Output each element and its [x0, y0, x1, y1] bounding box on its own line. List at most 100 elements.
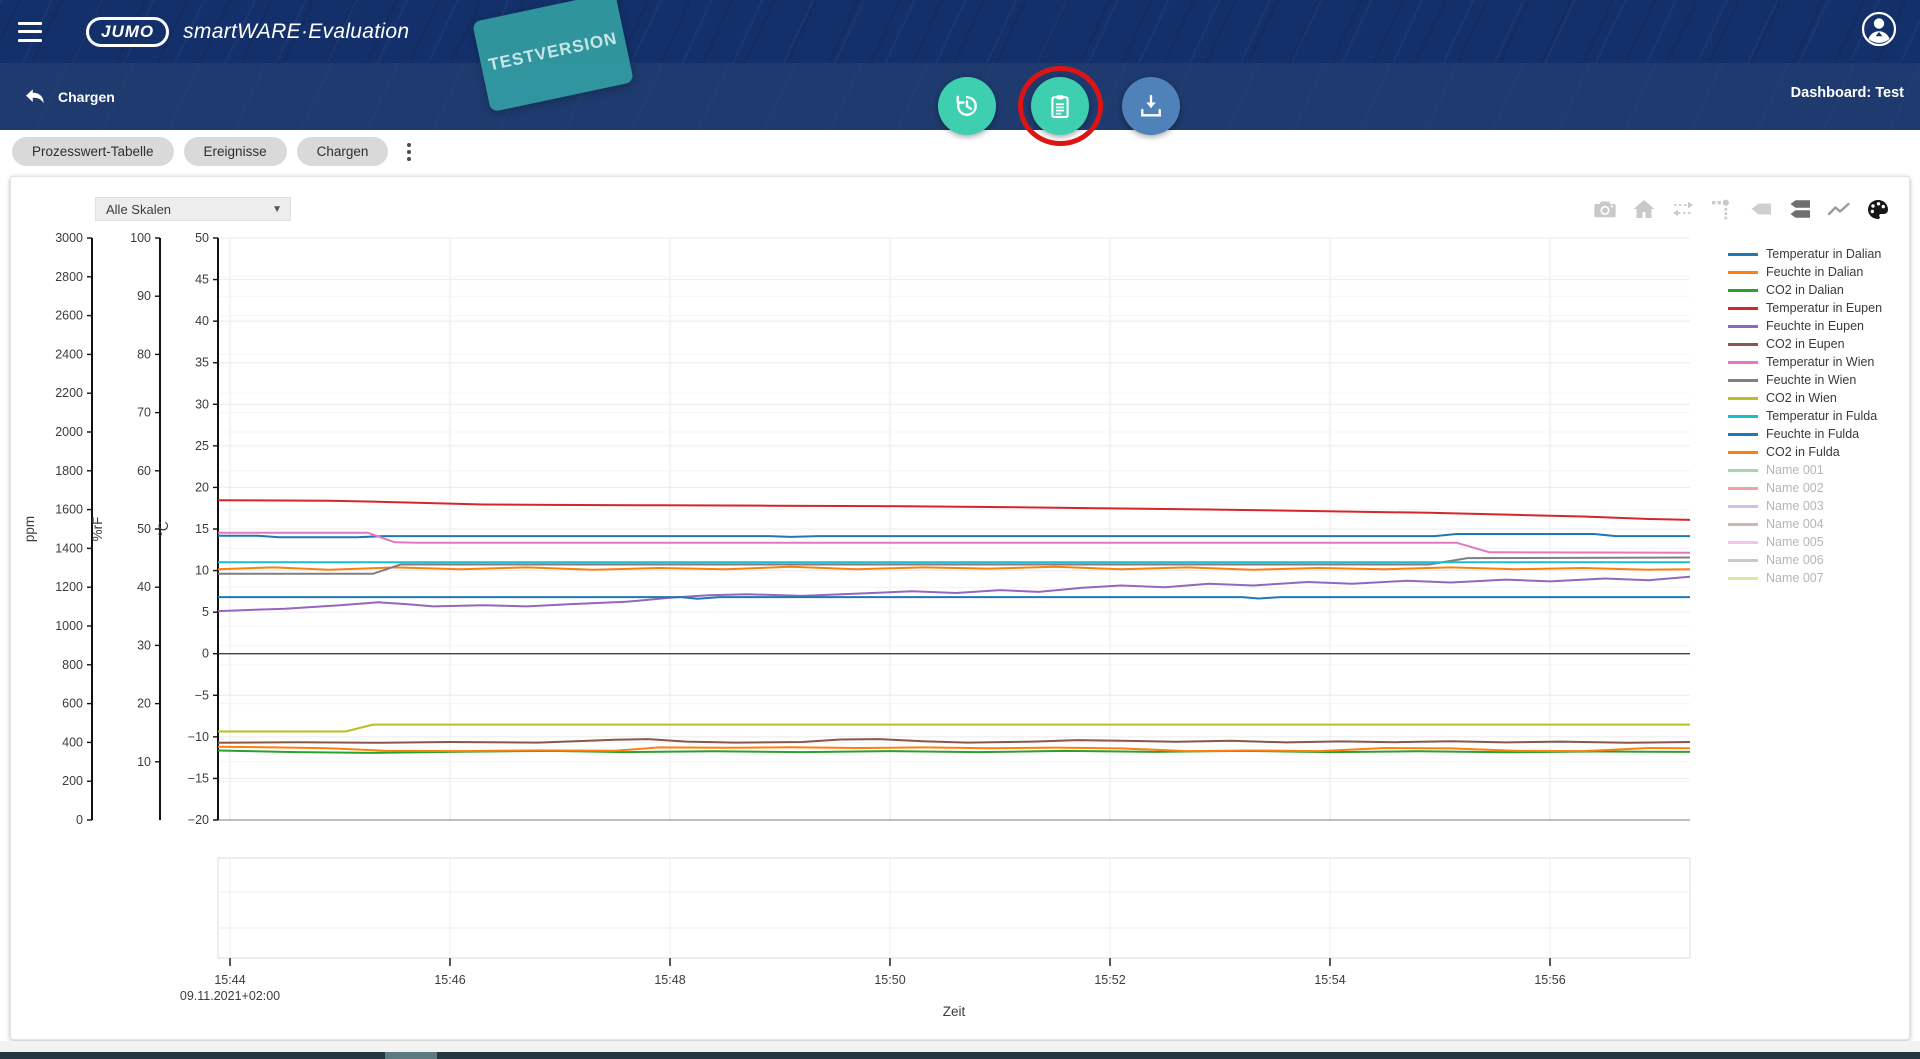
y-tick-label: 60: [137, 464, 151, 478]
legend-item[interactable]: CO2 in Wien: [1728, 389, 1882, 407]
y-tick-label: 1800: [55, 464, 83, 478]
legend-label: Feuchte in Wien: [1766, 373, 1856, 387]
legend-swatch: [1728, 433, 1758, 436]
legend-item[interactable]: Temperatur in Dalian: [1728, 245, 1882, 263]
y-tick-label: 15: [195, 522, 209, 536]
y-tick-label: 70: [137, 406, 151, 420]
legend-item[interactable]: Name 006: [1728, 551, 1882, 569]
y-tick-label: −20: [188, 813, 209, 827]
tab-ereignisse[interactable]: Ereignisse: [184, 137, 287, 166]
x-axis-title: Zeit: [943, 1004, 966, 1019]
y-tick-label: 45: [195, 273, 209, 287]
legend-label: Feuchte in Dalian: [1766, 265, 1863, 279]
jumo-logo: JUMO: [86, 17, 169, 47]
y-tick-label: 20: [195, 480, 209, 494]
legend-label: CO2 in Dalian: [1766, 283, 1844, 297]
legend-item[interactable]: CO2 in Fulda: [1728, 443, 1882, 461]
back-link-chargen[interactable]: Chargen: [24, 88, 115, 106]
clipboard-button[interactable]: [1031, 77, 1089, 135]
legend-item[interactable]: Temperatur in Fulda: [1728, 407, 1882, 425]
legend-swatch: [1728, 379, 1758, 382]
y-tick-label: 30: [137, 638, 151, 652]
legend-swatch: [1728, 271, 1758, 274]
bottom-scrollbar-track: [0, 1041, 1920, 1052]
tags-icon[interactable]: [1788, 198, 1812, 220]
history-icon: [952, 91, 982, 121]
y-tick-label: 100: [130, 231, 151, 245]
y-tick-label: 1000: [55, 619, 83, 633]
legend-label: CO2 in Fulda: [1766, 445, 1840, 459]
series-line: [218, 534, 1690, 537]
y-tick-label: 0: [202, 647, 209, 661]
bottom-scrollbar-thumb[interactable]: [385, 1052, 437, 1059]
legend-item[interactable]: Feuchte in Wien: [1728, 371, 1882, 389]
x-date-label: 09.11.2021+02:00: [180, 989, 280, 1003]
legend-item[interactable]: Name 002: [1728, 479, 1882, 497]
x-tick-label: 15:54: [1314, 973, 1345, 987]
legend-swatch: [1728, 541, 1758, 544]
scale-selector-value: Alle Skalen: [106, 202, 171, 217]
legend-label: CO2 in Wien: [1766, 391, 1837, 405]
legend-swatch: [1728, 253, 1758, 256]
y-tick-label: 10: [195, 564, 209, 578]
camera-icon[interactable]: [1593, 198, 1617, 220]
legend-swatch: [1728, 523, 1758, 526]
home-icon[interactable]: [1632, 198, 1656, 220]
pan-arrows-icon[interactable]: [1671, 198, 1695, 220]
series-line: [218, 558, 1690, 574]
tag-icon[interactable]: [1749, 198, 1773, 220]
clipboard-icon: [1046, 92, 1074, 120]
x-tick-label: 15:56: [1534, 973, 1565, 987]
y-tick-label: 800: [62, 658, 83, 672]
spike-lines-icon[interactable]: [1710, 198, 1734, 220]
legend-swatch: [1728, 559, 1758, 562]
line-style-icon[interactable]: [1827, 198, 1851, 220]
scale-selector-dropdown[interactable]: Alle Skalen ▼: [95, 197, 291, 221]
legend-item[interactable]: Feuchte in Dalian: [1728, 263, 1882, 281]
rangeslider[interactable]: [218, 858, 1690, 958]
tab-chargen[interactable]: Chargen: [297, 137, 389, 166]
legend-label: Temperatur in Eupen: [1766, 301, 1882, 315]
series-line: [218, 577, 1690, 611]
y-axis-title: ppm: [22, 516, 37, 542]
legend-swatch: [1728, 289, 1758, 292]
legend-item[interactable]: Feuchte in Fulda: [1728, 425, 1882, 443]
hamburger-menu-icon[interactable]: [18, 22, 42, 42]
legend-swatch: [1728, 505, 1758, 508]
y-tick-label: 35: [195, 356, 209, 370]
y-tick-label: 40: [137, 580, 151, 594]
legend-item[interactable]: Name 005: [1728, 533, 1882, 551]
legend-item[interactable]: CO2 in Dalian: [1728, 281, 1882, 299]
tab-prozesswert-tabelle[interactable]: Prozesswert-Tabelle: [12, 137, 174, 166]
y-tick-label: 50: [137, 522, 151, 536]
legend-item[interactable]: Temperatur in Wien: [1728, 353, 1882, 371]
legend-item[interactable]: Feuchte in Eupen: [1728, 317, 1882, 335]
y-tick-label: 0: [76, 813, 83, 827]
legend-item[interactable]: CO2 in Eupen: [1728, 335, 1882, 353]
legend-label: Name 001: [1766, 463, 1824, 477]
legend-swatch: [1728, 469, 1758, 472]
y-tick-label: 30: [195, 397, 209, 411]
legend-swatch: [1728, 325, 1758, 328]
x-tick-label: 15:48: [654, 973, 685, 987]
palette-icon[interactable]: [1866, 198, 1890, 220]
y-tick-label: 5: [202, 605, 209, 619]
legend-item[interactable]: Name 007: [1728, 569, 1882, 587]
y-tick-label: 2400: [55, 347, 83, 361]
legend-item[interactable]: Name 004: [1728, 515, 1882, 533]
chevron-down-icon: ▼: [272, 204, 282, 215]
more-options-kebab-icon[interactable]: [398, 139, 420, 165]
legend-label: Name 004: [1766, 517, 1824, 531]
legend-label: Temperatur in Dalian: [1766, 247, 1881, 261]
history-button[interactable]: [938, 77, 996, 135]
legend-item[interactable]: Name 003: [1728, 497, 1882, 515]
chart-legend: Temperatur in Dalian Feuchte in Dalian CO2…: [1728, 245, 1882, 587]
legend-item[interactable]: Name 001: [1728, 461, 1882, 479]
user-avatar-icon[interactable]: [1860, 10, 1898, 48]
legend-label: Name 006: [1766, 553, 1824, 567]
series-line: [218, 567, 1690, 570]
back-label: Chargen: [58, 89, 115, 105]
download-button[interactable]: [1122, 77, 1180, 135]
legend-item[interactable]: Temperatur in Eupen: [1728, 299, 1882, 317]
tab-bar: Prozesswert-Tabelle Ereignisse Chargen: [0, 137, 420, 166]
